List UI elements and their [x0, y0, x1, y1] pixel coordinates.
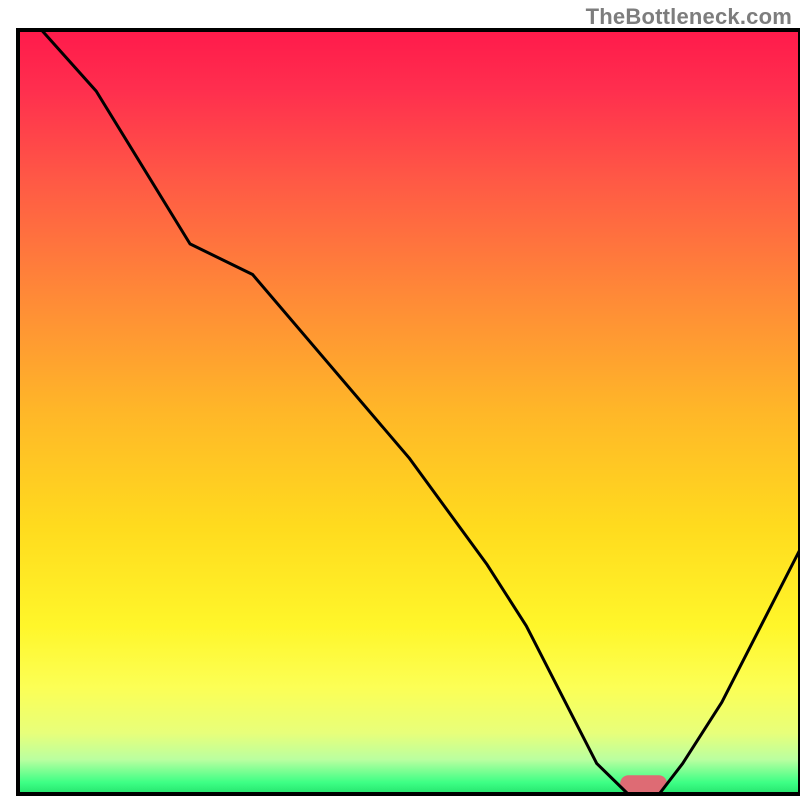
chart-svg: [0, 0, 800, 800]
gradient-background: [18, 30, 800, 794]
plot-area: [18, 30, 800, 794]
chart-stage: TheBottleneck.com: [0, 0, 800, 800]
optimal-marker: [620, 775, 667, 792]
